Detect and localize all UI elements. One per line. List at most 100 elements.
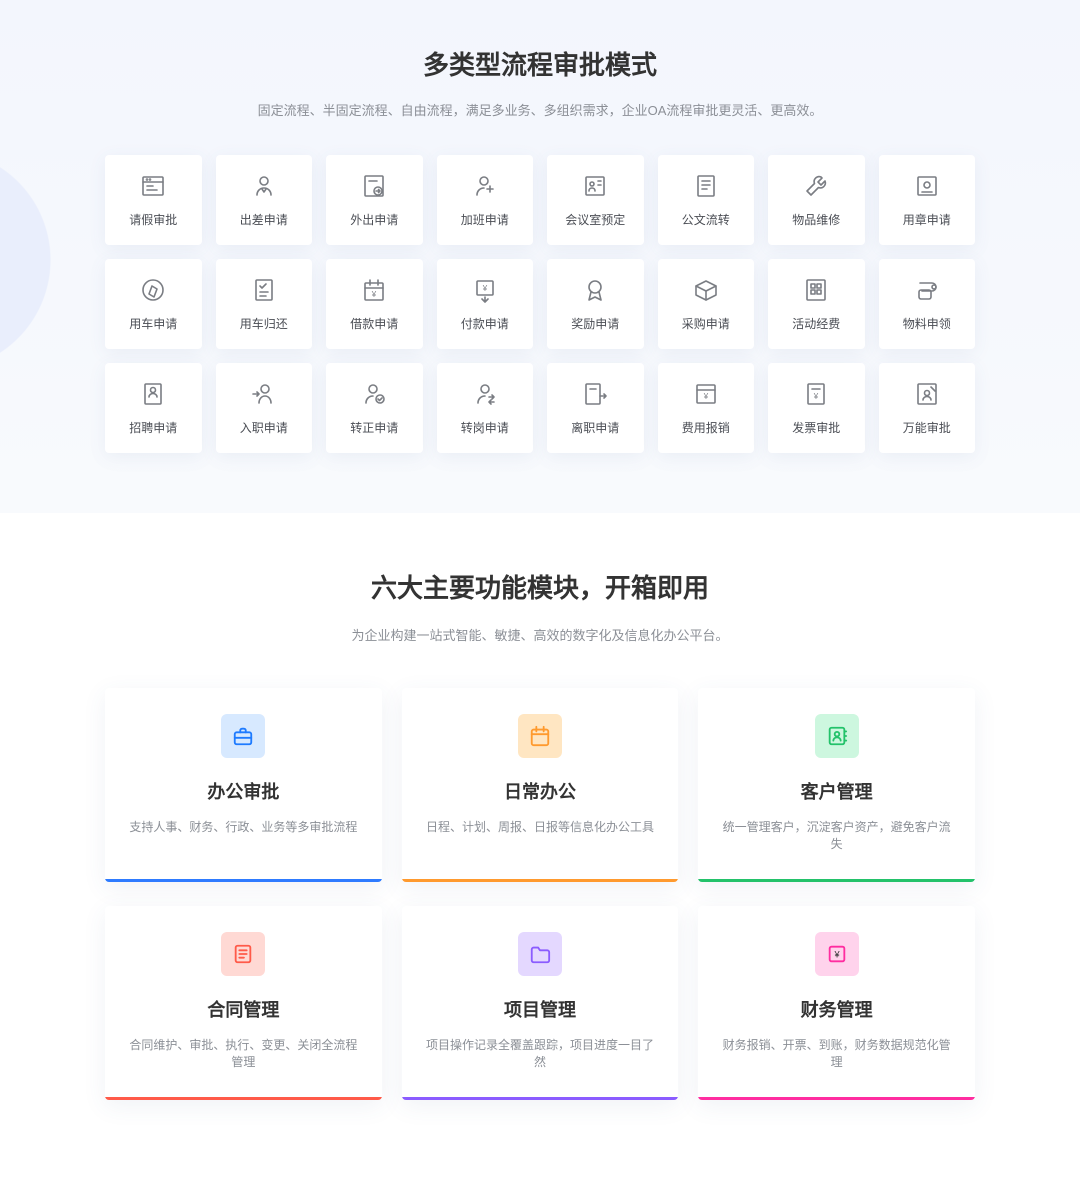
module-title: 客户管理 bbox=[718, 778, 955, 804]
approval-card-15[interactable]: 物料申领 bbox=[879, 259, 976, 349]
grid-doc-icon bbox=[802, 277, 830, 303]
folder-icon bbox=[518, 932, 562, 976]
approval-card-label: 用车归还 bbox=[240, 315, 288, 332]
approval-card-12[interactable]: 奖励申请 bbox=[547, 259, 644, 349]
meeting-room-icon bbox=[581, 173, 609, 199]
approval-card-label: 请假审批 bbox=[129, 211, 177, 228]
approval-card-17[interactable]: 入职申请 bbox=[216, 363, 313, 453]
module-card-1[interactable]: 日常办公日程、计划、周报、日报等信息化办公工具 bbox=[402, 688, 679, 882]
module-desc: 财务报销、开票、到账，财务数据规范化管理 bbox=[718, 1036, 955, 1070]
approval-card-23[interactable]: 万能审批 bbox=[879, 363, 976, 453]
module-card-2[interactable]: 客户管理统一管理客户，沉淀客户资产，避免客户流失 bbox=[698, 688, 975, 882]
expense-icon bbox=[692, 381, 720, 407]
approval-card-9[interactable]: 用车归还 bbox=[216, 259, 313, 349]
stamp-icon bbox=[913, 173, 941, 199]
approval-card-22[interactable]: 发票审批 bbox=[768, 363, 865, 453]
person-check-icon bbox=[360, 381, 388, 407]
approval-card-label: 费用报销 bbox=[682, 419, 730, 436]
module-desc: 日程、计划、周报、日报等信息化办公工具 bbox=[422, 818, 659, 835]
approval-card-label: 物料申领 bbox=[903, 315, 951, 332]
module-card-3[interactable]: 合同管理合同维护、审批、执行、变更、关闭全流程管理 bbox=[105, 906, 382, 1100]
briefcase-icon bbox=[221, 714, 265, 758]
section2-title: 六大主要功能模块，开箱即用 bbox=[0, 568, 1080, 605]
module-card-4[interactable]: 项目管理项目操作记录全覆盖跟踪，项目进度一目了然 bbox=[402, 906, 679, 1100]
module-title: 财务管理 bbox=[718, 996, 955, 1022]
exit-doc2-icon bbox=[581, 381, 609, 407]
person-icon bbox=[250, 173, 278, 199]
module-title: 项目管理 bbox=[422, 996, 659, 1022]
approval-card-8[interactable]: 用车申请 bbox=[105, 259, 202, 349]
compass-icon bbox=[139, 277, 167, 303]
approval-card-label: 用章申请 bbox=[903, 211, 951, 228]
approval-card-label: 招聘申请 bbox=[129, 419, 177, 436]
approval-card-label: 奖励申请 bbox=[571, 315, 619, 332]
module-title: 日常办公 bbox=[422, 778, 659, 804]
module-desc: 合同维护、审批、执行、变更、关闭全流程管理 bbox=[125, 1036, 362, 1070]
approval-card-1[interactable]: 出差申请 bbox=[216, 155, 313, 245]
section1-subtitle: 固定流程、半固定流程、自由流程，满足多业务、多组织需求，企业OA流程审批更灵活、… bbox=[0, 100, 1080, 119]
approval-card-3[interactable]: 加班申请 bbox=[437, 155, 534, 245]
approval-card-label: 公文流转 bbox=[682, 211, 730, 228]
approval-card-5[interactable]: 公文流转 bbox=[658, 155, 755, 245]
approval-card-19[interactable]: 转岗申请 bbox=[437, 363, 534, 453]
modules-grid: 办公审批支持人事、财务、行政、业务等多审批流程日常办公日程、计划、周报、日报等信… bbox=[105, 688, 975, 1100]
person-plus-icon bbox=[471, 173, 499, 199]
approval-card-6[interactable]: 物品维修 bbox=[768, 155, 865, 245]
module-title: 合同管理 bbox=[125, 996, 362, 1022]
approval-card-label: 加班申请 bbox=[461, 211, 509, 228]
approval-card-label: 付款申请 bbox=[461, 315, 509, 332]
module-title: 办公审批 bbox=[125, 778, 362, 804]
person-in-icon bbox=[250, 381, 278, 407]
approval-card-20[interactable]: 离职申请 bbox=[547, 363, 644, 453]
module-card-0[interactable]: 办公审批支持人事、财务、行政、业务等多审批流程 bbox=[105, 688, 382, 882]
contacts-icon bbox=[815, 714, 859, 758]
approval-card-16[interactable]: 招聘申请 bbox=[105, 363, 202, 453]
approval-card-label: 发票审批 bbox=[792, 419, 840, 436]
approval-card-label: 万能审批 bbox=[903, 419, 951, 436]
approval-card-label: 转正申请 bbox=[350, 419, 398, 436]
resume-icon bbox=[139, 381, 167, 407]
form-icon bbox=[139, 173, 167, 199]
approval-card-label: 转岗申请 bbox=[461, 419, 509, 436]
section1-title: 多类型流程审批模式 bbox=[0, 45, 1080, 82]
box-icon bbox=[692, 277, 720, 303]
list-check-icon bbox=[250, 277, 278, 303]
approval-card-13[interactable]: 采购申请 bbox=[658, 259, 755, 349]
module-card-5[interactable]: 财务管理财务报销、开票、到账，财务数据规范化管理 bbox=[698, 906, 975, 1100]
approval-card-10[interactable]: 借款申请 bbox=[326, 259, 423, 349]
approval-card-label: 离职申请 bbox=[571, 419, 619, 436]
medal-icon bbox=[581, 277, 609, 303]
document-icon bbox=[692, 173, 720, 199]
module-desc: 支持人事、财务、行政、业务等多审批流程 bbox=[125, 818, 362, 835]
approval-card-label: 用车申请 bbox=[129, 315, 177, 332]
invoice-icon bbox=[802, 381, 830, 407]
person-swap-icon bbox=[471, 381, 499, 407]
roll-icon bbox=[913, 277, 941, 303]
approval-card-label: 活动经费 bbox=[792, 315, 840, 332]
approval-card-11[interactable]: 付款申请 bbox=[437, 259, 534, 349]
feature-modules-section: 六大主要功能模块，开箱即用 为企业构建一站式智能、敏捷、高效的数字化及信息化办公… bbox=[0, 513, 1080, 1180]
money-down-icon bbox=[471, 277, 499, 303]
approval-card-0[interactable]: 请假审批 bbox=[105, 155, 202, 245]
approval-grid: 请假审批 出差申请 外出申请 加班申请 会议室预定公文流转 物品维修 用章申请用车申请 用车归… bbox=[105, 155, 975, 453]
calendar-money-icon bbox=[360, 277, 388, 303]
approval-card-2[interactable]: 外出申请 bbox=[326, 155, 423, 245]
approval-card-label: 外出申请 bbox=[350, 211, 398, 228]
approval-modes-section: 多类型流程审批模式 固定流程、半固定流程、自由流程，满足多业务、多组织需求，企业… bbox=[0, 0, 1080, 513]
approval-card-label: 物品维修 bbox=[792, 211, 840, 228]
approval-card-label: 借款申请 bbox=[350, 315, 398, 332]
approval-card-14[interactable]: 活动经费 bbox=[768, 259, 865, 349]
approval-card-18[interactable]: 转正申请 bbox=[326, 363, 423, 453]
finance-icon bbox=[815, 932, 859, 976]
approval-card-4[interactable]: 会议室预定 bbox=[547, 155, 644, 245]
contract-icon bbox=[221, 932, 265, 976]
wrench-icon bbox=[802, 173, 830, 199]
approval-card-label: 出差申请 bbox=[240, 211, 288, 228]
module-desc: 统一管理客户，沉淀客户资产，避免客户流失 bbox=[718, 818, 955, 852]
module-desc: 项目操作记录全覆盖跟踪，项目进度一目了然 bbox=[422, 1036, 659, 1070]
section2-subtitle: 为企业构建一站式智能、敏捷、高效的数字化及信息化办公平台。 bbox=[0, 625, 1080, 644]
approval-card-21[interactable]: 费用报销 bbox=[658, 363, 755, 453]
exit-doc-icon bbox=[360, 173, 388, 199]
approval-card-7[interactable]: 用章申请 bbox=[879, 155, 976, 245]
approval-card-label: 入职申请 bbox=[240, 419, 288, 436]
